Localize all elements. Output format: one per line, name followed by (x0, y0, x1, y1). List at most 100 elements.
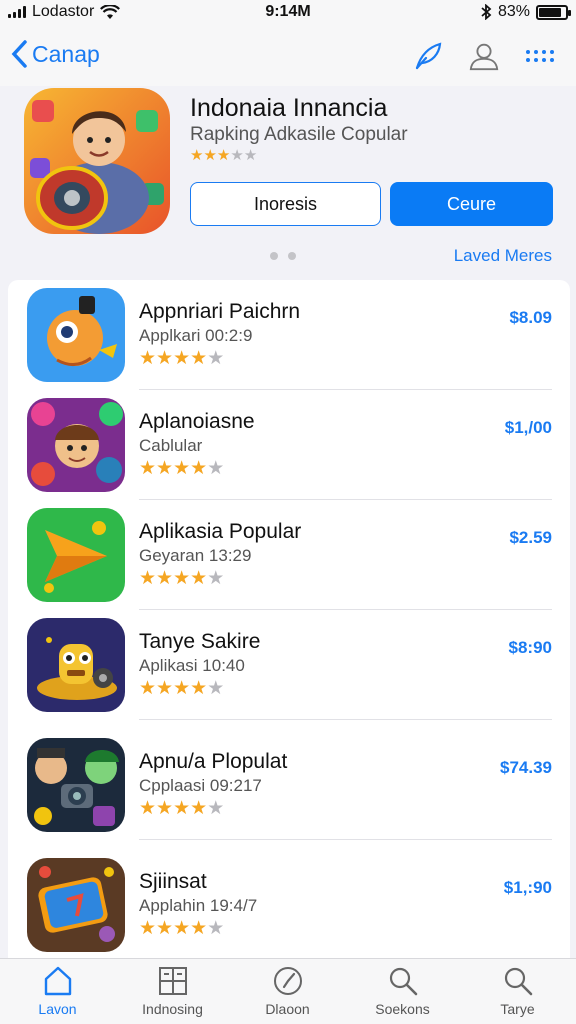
divider (139, 839, 552, 840)
featured-app: Indonaia Innancia Rapking Adkasile Copul… (0, 86, 576, 276)
app-title: Appnriari Paichrn (139, 300, 301, 323)
see-more-link[interactable]: Laved Meres (454, 246, 552, 266)
app-title: Tanye Sakire (139, 630, 261, 653)
star-empty-icon: ★ (207, 918, 225, 939)
yellow-robot-icon (27, 618, 125, 712)
star-empty-icon: ★ (243, 147, 258, 164)
divider (139, 719, 552, 720)
tab-label: Soekons (375, 1001, 430, 1017)
nav-bar: Canap (0, 26, 576, 86)
star-filled-icon: ★ (173, 678, 191, 699)
star-empty-icon: ★ (207, 678, 225, 699)
app-price[interactable]: $8.09 (509, 308, 552, 328)
star-filled-icon: ★ (173, 568, 191, 589)
star-filled-icon: ★ (139, 678, 157, 699)
app-subtitle: Geyaran 13:29 (139, 546, 252, 565)
list-item[interactable]: Apnu/a Plopulat Cpplaasi 09:217 ★★★★★ $7… (8, 730, 570, 840)
app-price[interactable]: $1,/00 (505, 418, 552, 438)
tab-search[interactable]: Soekons (345, 959, 460, 1024)
app-rating: ★★★★★ (139, 677, 224, 700)
chevron-left-icon (11, 40, 27, 68)
star-filled-icon: ★ (190, 918, 208, 939)
app-subtitle: Cpplaasi 09:217 (139, 776, 262, 795)
back-label: Canap (32, 40, 100, 67)
app-rating: ★★★★★ (139, 457, 224, 480)
tab-browse[interactable]: Indnosing (115, 959, 230, 1024)
star-filled-icon: ★ (190, 147, 204, 164)
star-filled-icon: ★ (173, 458, 191, 479)
star-filled-icon: ★ (156, 678, 174, 699)
list-item[interactable]: Aplanoiasne Cablular ★★★★★ $1,/00 (8, 390, 570, 500)
list-item[interactable]: Appnriari Paichrn Applkari 00:2:9 ★★★★★ … (8, 280, 570, 390)
page-dot (270, 252, 278, 260)
list-item[interactable]: Tanye Sakire Aplikasi 10:40 ★★★★★ $8:90 (8, 610, 570, 720)
secondary-button[interactable]: Inoresis (190, 182, 381, 226)
bluetooth-icon (481, 4, 492, 20)
tab-search-2[interactable]: Tarye (460, 959, 575, 1024)
star-empty-icon: ★ (207, 568, 225, 589)
star-filled-icon: ★ (216, 147, 231, 164)
primary-button[interactable]: Ceure (390, 182, 553, 226)
blue-tablet-icon (27, 858, 125, 952)
star-filled-icon: ★ (203, 147, 217, 164)
star-filled-icon: ★ (156, 458, 174, 479)
tab-label: Lavon (38, 1001, 77, 1017)
star-empty-icon: ★ (230, 147, 244, 164)
star-filled-icon: ★ (190, 568, 208, 589)
play-arrow-icon (27, 508, 125, 602)
star-filled-icon: ★ (173, 918, 191, 939)
app-price[interactable]: $1,:90 (504, 878, 552, 898)
star-filled-icon: ★ (139, 918, 157, 939)
app-rating: ★★★★★ (139, 567, 224, 590)
home-icon (42, 965, 74, 997)
tab-label: Indnosing (142, 1001, 203, 1017)
list-item[interactable]: Aplikasia Popular Geyaran 13:29 ★★★★★ $2… (8, 500, 570, 610)
status-bar: Lodastor 9:14M 83% (0, 0, 576, 26)
characters-camera-icon (27, 738, 125, 832)
tab-home[interactable]: Lavon (0, 959, 115, 1024)
star-filled-icon: ★ (139, 798, 157, 819)
featured-app-icon[interactable] (24, 88, 170, 234)
star-filled-icon: ★ (190, 798, 208, 819)
game-collage-icon (27, 398, 125, 492)
feather-icon[interactable] (412, 40, 444, 72)
person-icon[interactable] (468, 40, 500, 72)
star-filled-icon: ★ (156, 918, 174, 939)
tab-bar: Lavon Indnosing Dlaoon Soekons Tarye (0, 958, 576, 1024)
app-price[interactable]: $8:90 (509, 638, 552, 658)
tab-label: Tarye (500, 1001, 535, 1017)
tab-discover[interactable]: Dlaoon (230, 959, 345, 1024)
star-filled-icon: ★ (139, 568, 157, 589)
app-price[interactable]: $2.59 (509, 528, 552, 548)
featured-subtitle: Rapking Adkasile Copular (190, 124, 408, 145)
star-filled-icon: ★ (156, 568, 174, 589)
app-rating: ★★★★★ (139, 917, 224, 940)
app-price[interactable]: $74.39 (500, 758, 552, 778)
battery-icon (536, 4, 571, 20)
app-rating: ★★★★★ (139, 347, 224, 370)
search-icon (387, 965, 419, 997)
star-filled-icon: ★ (173, 798, 191, 819)
app-title: Aplanoiasne (139, 410, 255, 433)
search-icon (502, 965, 534, 997)
star-filled-icon: ★ (190, 348, 208, 369)
app-list: Appnriari Paichrn Applkari 00:2:9 ★★★★★ … (8, 280, 570, 960)
page-dot (288, 252, 296, 260)
battery-fill (539, 7, 561, 17)
grid-dots-icon[interactable] (524, 40, 556, 72)
star-filled-icon: ★ (139, 458, 157, 479)
list-item[interactable]: Sjiinsat Applahin 19:4/7 ★★★★★ $1,:90 (8, 850, 570, 960)
featured-title: Indonaia Innancia (190, 94, 388, 122)
star-filled-icon: ★ (139, 348, 157, 369)
nav-actions (412, 40, 556, 72)
star-filled-icon: ★ (190, 458, 208, 479)
star-empty-icon: ★ (207, 798, 225, 819)
app-title: Aplikasia Popular (139, 520, 302, 543)
back-button[interactable]: Canap (10, 39, 100, 69)
page-indicator (270, 252, 296, 260)
featured-rating: ★★★★★ (190, 146, 257, 164)
app-title: Sjiinsat (139, 870, 207, 893)
app-title: Apnu/a Plopulat (139, 750, 288, 773)
star-empty-icon: ★ (207, 458, 225, 479)
app-rating: ★★★★★ (139, 797, 224, 820)
